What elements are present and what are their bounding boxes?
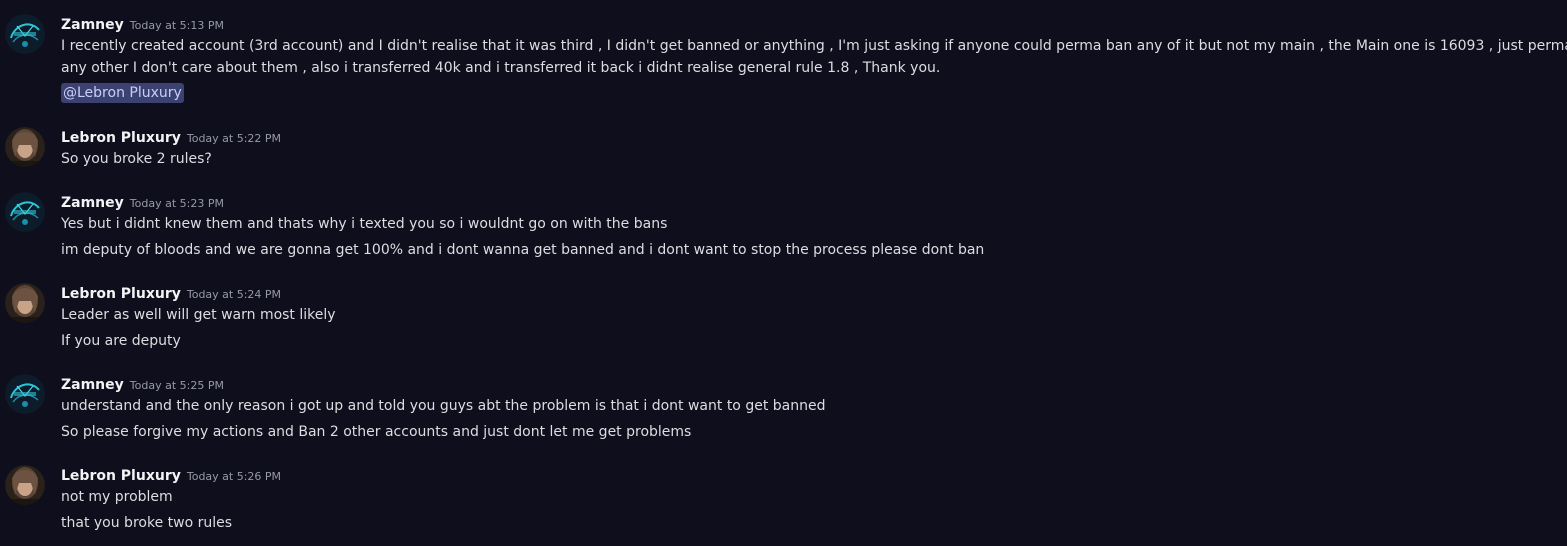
message-group: Zamney Today at 5:13 PM I recently create… <box>0 14 1567 106</box>
message-text: understand and the only reason i got up … <box>61 398 826 414</box>
message-text: any other I don't care about them , also… <box>61 60 941 76</box>
message-group: Zamney Today at 5:25 PM understand and th… <box>0 374 1567 444</box>
message-group: Lebron Pluxury Today at 5:24 PM Leader as… <box>0 283 1567 353</box>
message-text: I recently created account (3rd account)… <box>61 38 1567 54</box>
username[interactable]: Lebron Pluxury <box>61 130 181 146</box>
username[interactable]: Lebron Pluxury <box>61 468 181 484</box>
username[interactable]: Zamney <box>61 17 124 33</box>
zamney-avatar[interactable] <box>5 14 45 54</box>
timestamp: Today at 5:26 PM <box>186 470 282 483</box>
lebron-avatar[interactable] <box>5 283 45 323</box>
timestamp: Today at 5:23 PM <box>129 197 224 210</box>
message-text: Yes but i didnt knew them and thats why … <box>61 216 668 232</box>
lebron-avatar[interactable] <box>5 127 45 167</box>
chat-message-list: Zamney Today at 5:13 PM I recently create… <box>0 0 1567 546</box>
username[interactable]: Lebron Pluxury <box>61 286 181 302</box>
message-text: So please forgive my actions and Ban 2 o… <box>61 424 692 440</box>
username[interactable]: Zamney <box>61 195 124 211</box>
lebron-avatar[interactable] <box>5 465 45 505</box>
message-header: Zamney Today at 5:13 PM <box>61 14 224 36</box>
message-group: Zamney Today at 5:23 PM Yes but i didnt k… <box>0 192 1567 262</box>
message-line: @Lebron Pluxury <box>61 82 1541 104</box>
message-text: im deputy of bloods and we are gonna get… <box>61 242 985 258</box>
timestamp: Today at 5:25 PM <box>129 379 224 392</box>
user-mention[interactable]: @Lebron Pluxury <box>61 83 184 103</box>
zamney-avatar[interactable] <box>5 374 45 414</box>
message-header: Lebron Pluxury Today at 5:24 PM <box>61 283 281 305</box>
message-group: Lebron Pluxury Today at 5:22 PM So you br… <box>0 127 1567 173</box>
message-text: So you broke 2 rules? <box>61 151 212 167</box>
message-text: not my problem <box>61 489 173 505</box>
zamney-avatar[interactable] <box>5 192 45 232</box>
timestamp: Today at 5:13 PM <box>129 19 224 32</box>
username[interactable]: Zamney <box>61 377 124 393</box>
message-header: Lebron Pluxury Today at 5:26 PM <box>61 465 281 487</box>
message-text: that you broke two rules <box>61 515 233 531</box>
message-group: Lebron Pluxury Today at 5:26 PM not my pr… <box>0 465 1567 535</box>
message-text: Leader as well will get warn most likely <box>61 307 336 323</box>
timestamp: Today at 5:22 PM <box>186 132 282 145</box>
message-header: Lebron Pluxury Today at 5:22 PM <box>61 127 281 149</box>
message-header: Zamney Today at 5:23 PM <box>61 192 224 214</box>
timestamp: Today at 5:24 PM <box>186 288 282 301</box>
message-header: Zamney Today at 5:25 PM <box>61 374 224 396</box>
message-text: If you are deputy <box>61 333 181 349</box>
